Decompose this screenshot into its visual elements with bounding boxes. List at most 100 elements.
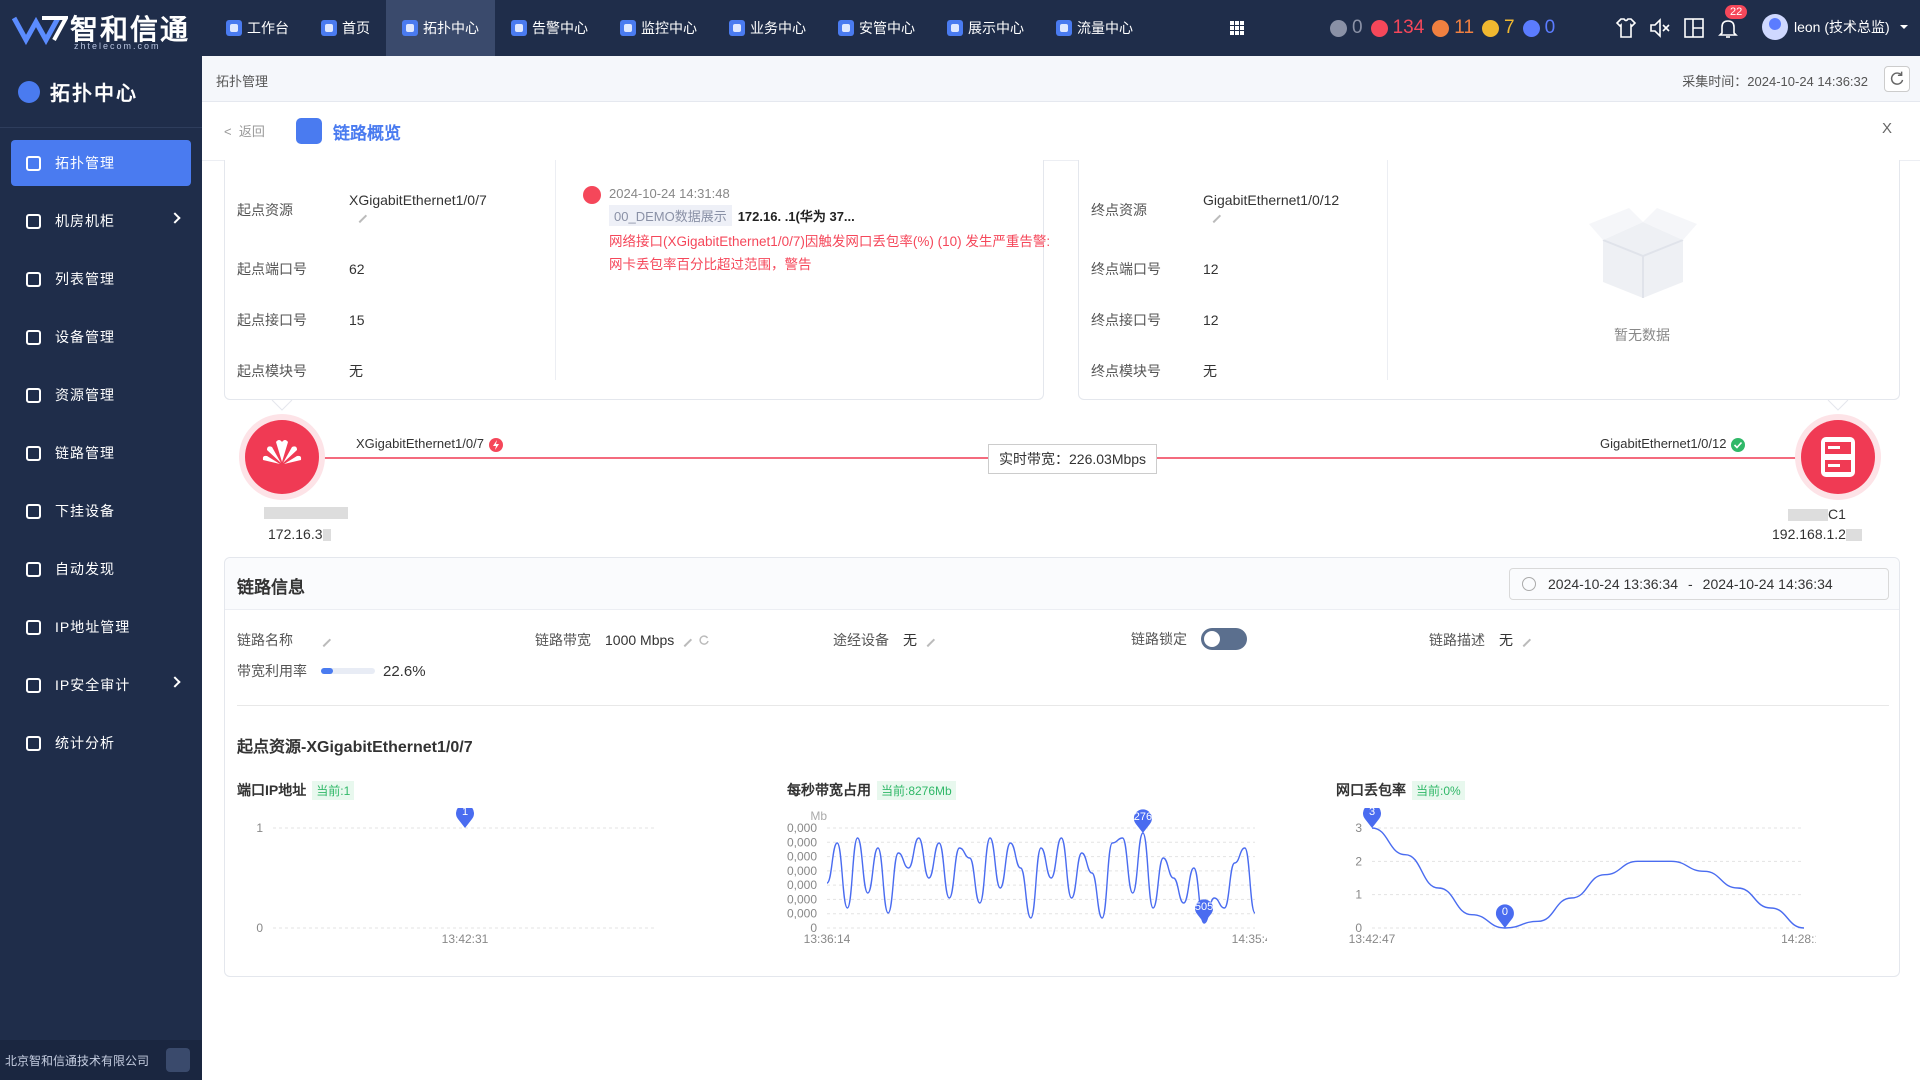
field-value: 22.6% <box>383 662 426 680</box>
field-value: 无 <box>349 363 363 379</box>
link-desc-field: 链路描述无 <box>1429 630 1532 650</box>
alarm-count-critical[interactable]: 134 <box>1370 17 1424 39</box>
date-separator: - <box>1688 576 1693 592</box>
left-device-name <box>264 504 348 519</box>
x-tick-label: 13:42:47 <box>1349 932 1396 946</box>
topnav-topology-center[interactable]: 拓扑中心 <box>386 0 495 56</box>
server-device-icon[interactable] <box>1801 420 1875 494</box>
huawei-logo-icon <box>262 440 302 464</box>
alarm-count-value: 0 <box>1352 17 1363 38</box>
sidebar-item-list-management[interactable]: 列表管理 <box>11 256 191 302</box>
empty-state: 暂无数据 <box>1577 190 1707 345</box>
field-label: 起点资源 <box>237 202 293 218</box>
topnav-label: 监控中心 <box>641 20 697 36</box>
menu-icon[interactable] <box>166 1048 190 1072</box>
divider <box>1387 160 1388 380</box>
edit-icon[interactable] <box>352 208 368 224</box>
alarm-bolt-icon <box>488 437 503 452</box>
alarm-count-unknown[interactable]: 0 <box>1330 17 1363 39</box>
server-icon <box>1821 437 1855 477</box>
huawei-device-icon[interactable] <box>245 420 319 494</box>
sidebar-item-link-management[interactable]: 链路管理 <box>11 430 191 476</box>
section-title: 起点资源-XGigabitEthernet1/0/7 <box>237 739 473 756</box>
breadcrumb[interactable]: 拓扑管理 <box>216 71 268 90</box>
topnav-traffic-center[interactable]: 流量中心 <box>1040 0 1149 56</box>
alarm-counters: 0 134 11 7 0 <box>1330 14 1563 42</box>
topnav-workbench[interactable]: 工作台 <box>210 0 305 56</box>
sidebar-item-label: 链路管理 <box>55 445 115 461</box>
alarm-ip: 172.16. .1(华为 37... <box>737 209 855 224</box>
edit-icon[interactable] <box>316 632 332 648</box>
tshirt-icon[interactable] <box>1614 16 1638 40</box>
alarm-message[interactable]: 2024-10-24 14:31:48 00_DEMO数据展示 172.16. .… <box>583 186 1063 306</box>
topnav-label: 首页 <box>342 20 370 36</box>
date-to: 2024-10-24 14:36:34 <box>1702 576 1833 592</box>
edit-icon[interactable] <box>1516 632 1532 648</box>
topnav-display-center[interactable]: 展示中心 <box>931 0 1040 56</box>
back-link[interactable]: < 返回 <box>224 121 265 140</box>
sidebar-item-ip-management[interactable]: IP地址管理 <box>11 604 191 650</box>
chevron-down-icon <box>1899 25 1908 29</box>
layout-icon[interactable] <box>1682 16 1706 40</box>
alarm-count-minor[interactable]: 7 <box>1482 17 1515 39</box>
topnav-alarm-center[interactable]: 告警中心 <box>495 0 604 56</box>
topnav-label: 展示中心 <box>968 20 1024 36</box>
sidebar-item-resource-management[interactable]: 资源管理 <box>11 372 191 418</box>
field-label: 终点接口号 <box>1091 312 1161 328</box>
mute-icon[interactable] <box>1648 16 1672 40</box>
sidebar-item-attached-devices[interactable]: 下挂设备 <box>11 488 191 534</box>
topnav-monitor-center[interactable]: 监控中心 <box>604 0 713 56</box>
date-range-picker[interactable]: 2024-10-24 13:36:34 - 2024-10-24 14:36:3… <box>1509 568 1889 600</box>
bell-icon[interactable] <box>1716 16 1740 40</box>
sidebar-item-auto-discovery[interactable]: 自动发现 <box>11 546 191 592</box>
field-value: 15 <box>349 312 365 328</box>
chevron-right-icon <box>169 676 181 688</box>
edit-icon[interactable] <box>678 632 693 648</box>
right-device-name: C1 <box>1788 506 1846 522</box>
series-line <box>826 832 1256 924</box>
current-value-badge: 当前:8276Mb <box>877 781 956 800</box>
sidebar-item-room-rack[interactable]: 机房机柜 <box>11 198 191 244</box>
sidebar-item-statistics[interactable]: 统计分析 <box>11 720 191 766</box>
refresh-icon[interactable] <box>698 634 710 646</box>
field-label: 途经设备 <box>833 632 889 648</box>
link-lock-toggle[interactable] <box>1201 628 1247 650</box>
topnav-label: 安管中心 <box>859 20 915 36</box>
alarm-count-info[interactable]: 0 <box>1522 17 1555 39</box>
app-grid-icon[interactable] <box>1229 20 1245 36</box>
field-value: 无 <box>1203 363 1217 379</box>
edit-icon[interactable] <box>1206 208 1222 224</box>
left-interface-label[interactable]: XGigabitEthernet1/0/7 <box>356 436 503 452</box>
sidebar-item-topology-management[interactable]: 拓扑管理 <box>11 140 191 186</box>
empty-state-text: 暂无数据 <box>1614 327 1670 343</box>
marker-label: 62760 <box>1128 811 1159 823</box>
field-label: 链路名称 <box>237 632 293 648</box>
divider <box>237 705 1889 706</box>
sidebar-footer: 北京智和信通技术有限公司 <box>0 1040 202 1080</box>
topnav-home[interactable]: 首页 <box>305 0 386 56</box>
avatar <box>1762 14 1788 40</box>
field-label: 终点模块号 <box>1091 363 1161 379</box>
company-name: 北京智和信通技术有限公司 <box>5 1053 150 1068</box>
sidebar-item-device-management[interactable]: 设备管理 <box>11 314 191 360</box>
link-bandwidth-field: 链路带宽 1000 Mbps <box>535 630 710 650</box>
alarm-level-icon <box>1432 19 1450 37</box>
logo[interactable]: 智和信通 zhtelecom.com <box>12 8 192 51</box>
alarm-level-icon <box>1482 19 1500 37</box>
topnav-business-center[interactable]: 业务中心 <box>713 0 822 56</box>
refresh-icon[interactable] <box>1884 66 1910 92</box>
edit-icon[interactable] <box>920 632 936 648</box>
redacted-text <box>322 529 331 542</box>
alarm-level-icon <box>1330 19 1347 37</box>
close-button[interactable]: X <box>1882 120 1892 137</box>
alarm-count-major[interactable]: 11 <box>1432 17 1474 39</box>
topnav-label: 告警中心 <box>532 20 588 36</box>
right-interface-label[interactable]: GigabitEthernet1/0/12 <box>1600 436 1746 452</box>
sidebar-item-ip-security-audit[interactable]: IP安全审计 <box>11 662 191 708</box>
link-info-title: 链路信息 <box>237 578 305 597</box>
user-menu[interactable]: leon (技术总监) <box>1762 14 1910 40</box>
sidebar-item-label: 统计分析 <box>55 735 115 751</box>
end-module-row: 终点模块号 无 <box>1091 361 1217 381</box>
topnav-security-center[interactable]: 安管中心 <box>822 0 931 56</box>
link-name-field: 链路名称 <box>237 630 332 650</box>
